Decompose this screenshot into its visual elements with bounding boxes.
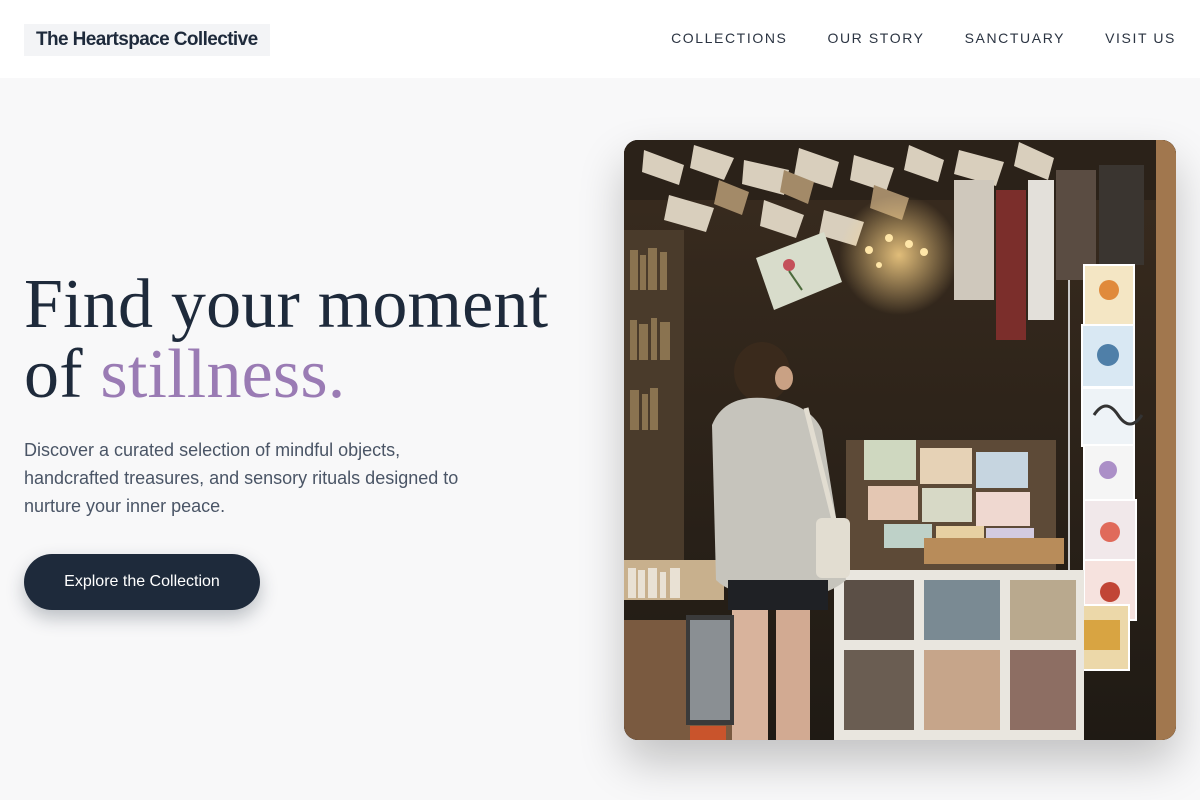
headline-line-1: Find your moment — [24, 266, 549, 343]
nav-link-collections[interactable]: COLLECTIONS — [671, 30, 787, 46]
nav-link-sanctuary[interactable]: SANCTUARY — [965, 30, 1066, 46]
explore-collection-button[interactable]: Explore the Collection — [24, 554, 260, 610]
headline-of: of — [24, 336, 83, 413]
hero-headline: Find your moment of stillness. — [24, 270, 604, 410]
hero-description: Discover a curated selection of mindful … — [24, 440, 459, 516]
brand-logo[interactable]: The Heartspace Collective — [24, 24, 270, 56]
bookshop-illustration — [624, 140, 1176, 740]
top-navigation-bar: The Heartspace Collective COLLECTIONS OU… — [0, 0, 1200, 78]
hero-image — [624, 140, 1176, 740]
nav-link-our-story[interactable]: OUR STORY — [827, 30, 924, 46]
main-nav: COLLECTIONS OUR STORY SANCTUARY VISIT US — [671, 30, 1176, 46]
nav-link-visit-us[interactable]: VISIT US — [1105, 30, 1176, 46]
hero-text-block: Find your moment of stillness. Discover … — [24, 270, 604, 520]
headline-accent: stillness. — [100, 336, 346, 413]
